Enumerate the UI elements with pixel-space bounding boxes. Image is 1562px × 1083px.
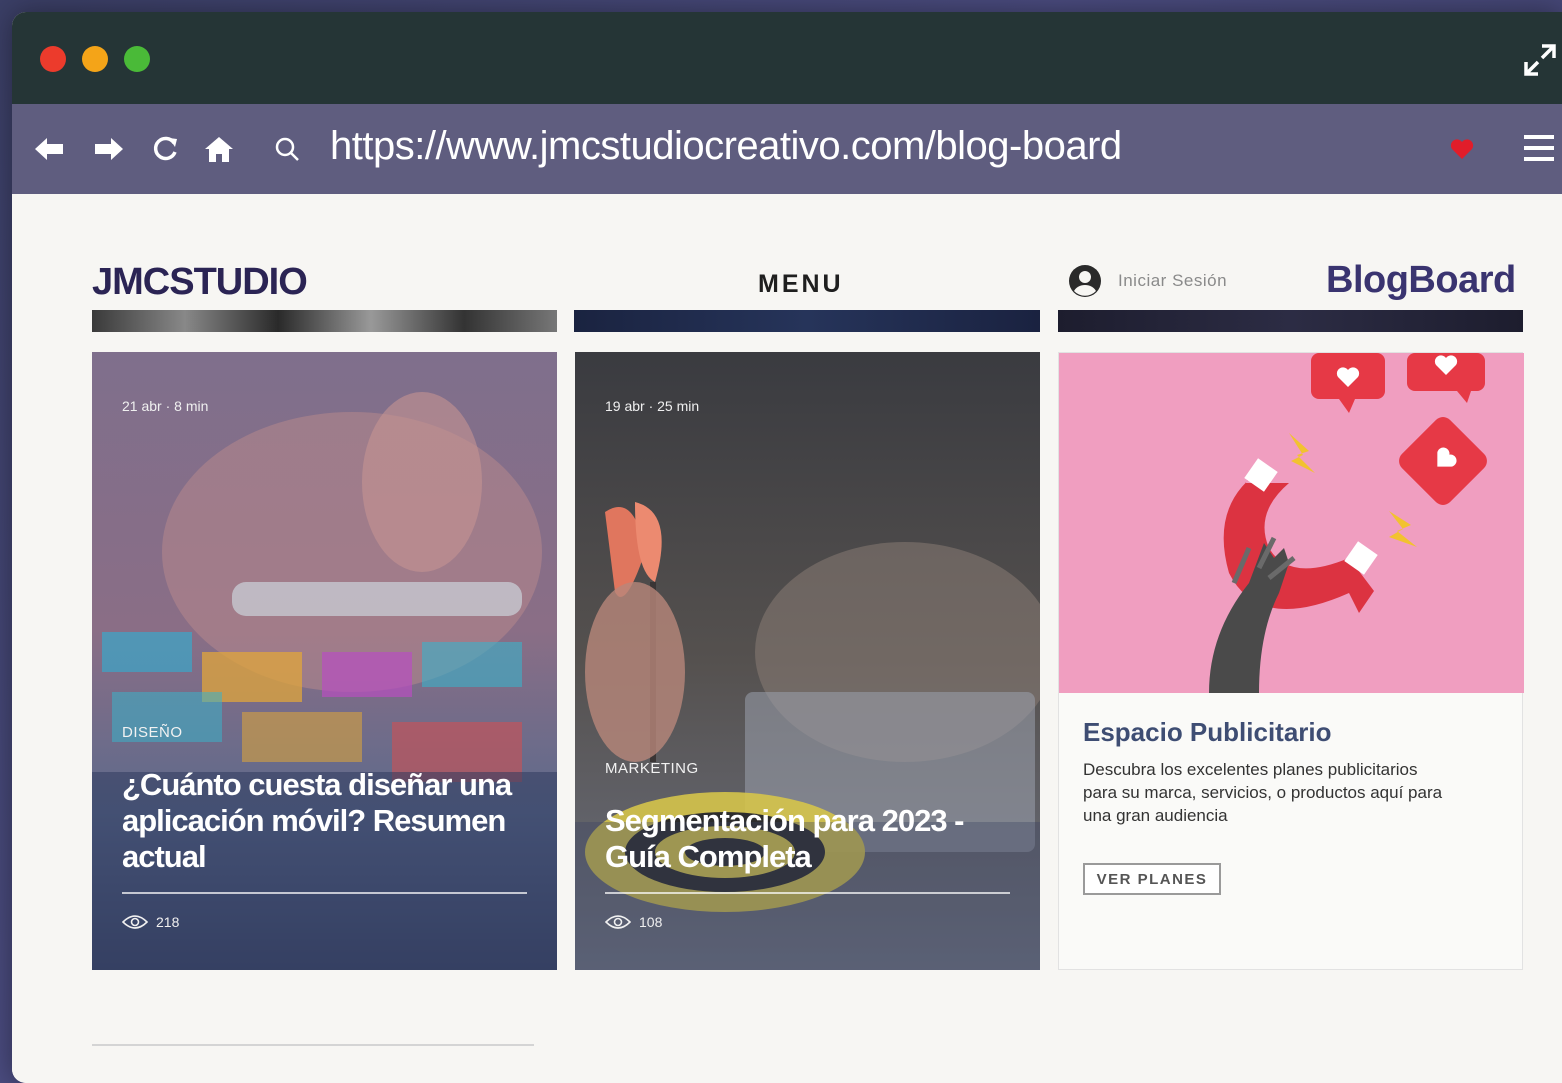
blog-card[interactable]: 21 abr · 8 min DISEÑO ¿Cuánto cuesta dis… xyxy=(92,352,557,970)
expand-icon[interactable] xyxy=(1522,42,1558,78)
browser-window: https://www.jmcstudiocreativo.com/blog-b… xyxy=(12,12,1562,1083)
card-image xyxy=(575,352,1040,970)
login-link[interactable]: Iniciar Sesión xyxy=(1118,271,1227,291)
view-plans-button[interactable]: VER PLANES xyxy=(1083,863,1221,895)
card-meta: 19 abr · 25 min xyxy=(605,398,700,414)
views-count: 218 xyxy=(156,914,180,930)
menu-link[interactable]: MENU xyxy=(758,270,844,299)
section-divider xyxy=(92,1044,534,1046)
card-title[interactable]: Segmentación para 2023 - Guía Completa xyxy=(605,803,1005,875)
eye-icon xyxy=(122,915,148,929)
card-category[interactable]: MARKETING xyxy=(605,760,699,777)
reload-button[interactable] xyxy=(148,132,182,166)
home-icon xyxy=(205,137,233,162)
site-header: JMCSTUDIO MENU Iniciar Sesión BlogBoard xyxy=(12,249,1562,309)
blogboard-brand[interactable]: BlogBoard xyxy=(1326,259,1516,302)
user-icon[interactable] xyxy=(1068,264,1102,298)
search-button[interactable] xyxy=(270,132,304,166)
arrow-right-icon xyxy=(95,138,123,160)
browser-toolbar: https://www.jmcstudiocreativo.com/blog-b… xyxy=(12,104,1562,194)
views-count: 108 xyxy=(639,914,663,930)
title-bar xyxy=(12,12,1562,104)
card-meta: 21 abr · 8 min xyxy=(122,398,209,414)
search-icon xyxy=(275,137,299,161)
arrow-left-icon xyxy=(35,138,63,160)
web-page: JMCSTUDIO MENU Iniciar Sesión BlogBoard xyxy=(12,194,1562,1083)
back-button[interactable] xyxy=(32,132,66,166)
hamburger-menu-icon[interactable] xyxy=(1522,132,1556,164)
card-divider xyxy=(605,892,1010,894)
card-category[interactable]: DISEÑO xyxy=(122,724,183,741)
close-window-button[interactable] xyxy=(40,46,66,72)
card-views: 108 xyxy=(605,914,662,930)
maximize-window-button[interactable] xyxy=(124,46,150,72)
ad-title: Espacio Publicitario xyxy=(1083,717,1332,747)
address-bar[interactable]: https://www.jmcstudiocreativo.com/blog-b… xyxy=(330,124,1122,169)
ad-description: Descubra los excelentes planes publicita… xyxy=(1083,760,1443,825)
previous-card-strip xyxy=(574,310,1040,332)
site-logo[interactable]: JMCSTUDIO xyxy=(92,261,308,304)
previous-card-strip xyxy=(1058,310,1523,332)
reload-icon xyxy=(153,136,177,161)
ad-card: Espacio Publicitario Descubra los excele… xyxy=(1058,352,1524,970)
blog-card[interactable]: 19 abr · 25 min MARKETING Segmentación p… xyxy=(575,352,1040,970)
minimize-window-button[interactable] xyxy=(82,46,108,72)
card-divider xyxy=(122,892,527,894)
previous-card-strip xyxy=(92,310,557,332)
card-image xyxy=(92,352,557,970)
forward-button[interactable] xyxy=(92,132,126,166)
heart-icon[interactable] xyxy=(1450,138,1474,160)
card-title[interactable]: ¿Cuánto cuesta diseñar una aplicación mó… xyxy=(122,767,522,875)
card-views: 218 xyxy=(122,914,179,930)
ad-image xyxy=(1059,353,1524,693)
home-button[interactable] xyxy=(202,132,236,166)
eye-icon xyxy=(605,915,631,929)
